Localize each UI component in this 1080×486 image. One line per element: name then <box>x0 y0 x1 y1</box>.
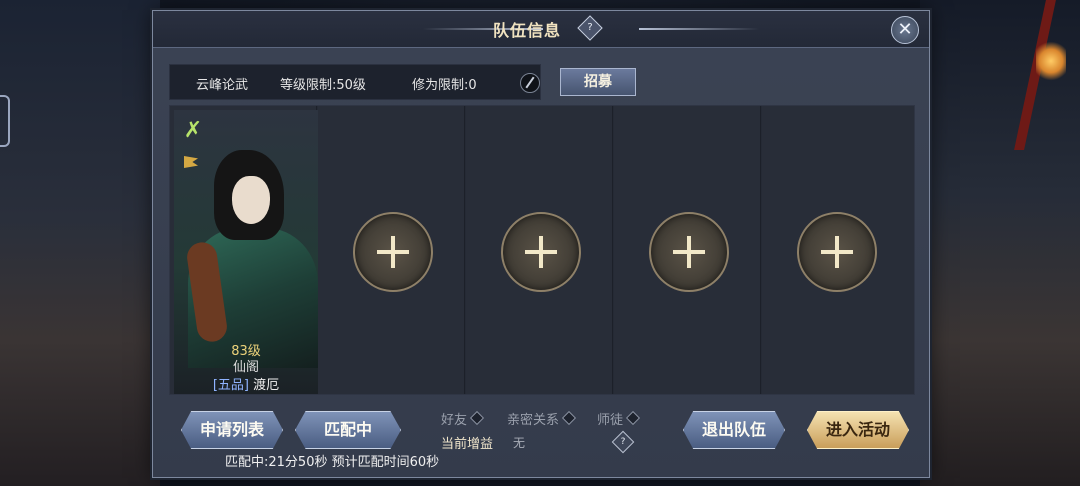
team-requirements-bar: 云峰论武 等级限制:50级 修为限制:0 <box>169 64 541 100</box>
empty-slot-2 <box>318 106 465 394</box>
plus-icon[interactable] <box>797 212 877 292</box>
plus-icon[interactable] <box>501 212 581 292</box>
cultivation-limit: 修为限制:0 <box>412 78 477 93</box>
matching-button[interactable]: 匹配中 <box>295 411 401 449</box>
leave-team-button[interactable]: 退出队伍 <box>683 411 785 449</box>
friend-bonus-tag: 好友 <box>441 409 485 428</box>
intimate-diamond-icon <box>561 410 577 426</box>
close-button[interactable]: ✕ <box>891 16 919 44</box>
current-bonus-value: 无 <box>513 436 526 450</box>
mentor-bonus-tag: 师徒 <box>597 409 641 428</box>
member-rank: [五品] <box>212 378 249 393</box>
background-left-scenery <box>0 0 160 486</box>
friend-diamond-icon <box>469 410 485 426</box>
empty-slot-4 <box>614 106 761 394</box>
level-limit: 等级限制:50级 <box>280 78 366 93</box>
member-sect: 仙阁 <box>232 360 259 375</box>
current-bonus-label: 当前增益 <box>441 437 494 452</box>
member-portrait-face <box>232 176 270 224</box>
match-status-text: 匹配中:21分50秒 预计匹配时间60秒 <box>225 455 440 470</box>
activity-name: 云峰论武 <box>196 78 249 93</box>
empty-slot-3 <box>466 106 613 394</box>
lantern-decoration <box>1036 40 1066 82</box>
close-icon: ✕ <box>897 19 913 40</box>
empty-slot-5 <box>762 106 914 394</box>
apply-list-button[interactable]: 申请列表 <box>181 411 283 449</box>
member-name-line: [五品] 渡厄 <box>174 374 318 393</box>
team-info-panel: 队伍信息 ? ✕ 云峰论武 等级限制:50级 修为限制:0 招募 ✗ 83级 仙… <box>152 10 930 478</box>
mentor-diamond-icon <box>625 410 641 426</box>
team-slots: ✗ 83级 仙阁 [五品] 渡厄 <box>169 105 915 395</box>
panel-title: 队伍信息 <box>492 21 561 40</box>
recruit-button[interactable]: 招募 <box>560 68 636 96</box>
bonus-question-icon[interactable]: ? <box>611 430 635 454</box>
side-expand-tab[interactable] <box>0 95 10 147</box>
plus-icon[interactable] <box>353 212 433 292</box>
leader-flag-icon <box>184 156 198 168</box>
member-card[interactable]: ✗ 83级 仙阁 [五品] 渡厄 <box>174 110 318 394</box>
intimate-bonus-tag: 亲密关系 <box>507 409 577 428</box>
plus-icon[interactable] <box>649 212 729 292</box>
title-bar: 队伍信息 ? ✕ <box>153 11 929 48</box>
background-right-scenery <box>920 0 1080 486</box>
enter-activity-button[interactable]: 进入活动 <box>807 411 909 449</box>
pen-icon[interactable] <box>520 73 540 93</box>
member-slot-1[interactable]: ✗ 83级 仙阁 [五品] 渡厄 <box>170 106 318 394</box>
sect-emblem-icon: ✗ <box>183 118 203 143</box>
member-name: 渡厄 <box>253 378 280 393</box>
